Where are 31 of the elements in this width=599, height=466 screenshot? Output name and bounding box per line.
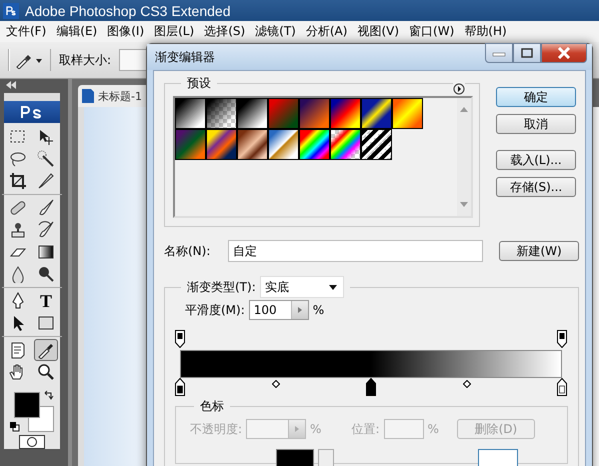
smoothness-label: 平滑度(M): [185,302,245,318]
window-title: Adobe Photoshop CS3 Extended [25,2,230,18]
menu-item[interactable]: 选择(S) [202,23,248,40]
new-button[interactable]: 新建(W) [499,241,579,261]
menu-item[interactable]: 视图(V) [355,23,402,40]
type-tool[interactable]: T [34,290,58,312]
opacity-label: 不透明度: [190,420,242,438]
percent-unit: % [428,422,439,436]
menu-item[interactable]: 帮助(H) [462,23,509,40]
name-field[interactable]: 自定 [228,240,484,262]
percent-unit: % [310,422,322,436]
menu-item[interactable]: 图层(L) [152,23,196,40]
dialog-button[interactable]: 确定 [496,87,576,107]
gradient-type-label: 渐变类型(T): [187,278,256,296]
menu-item[interactable]: 窗口(W) [407,23,456,40]
gradient-type-dropdown[interactable]: 实底 [260,276,344,298]
dialog-button[interactable]: 载入(L)... [496,150,576,170]
menu-item[interactable]: 编辑(E) [54,23,100,40]
position-label: 位置: [351,420,380,438]
dialog-button[interactable]: 存储(S)... [496,177,576,197]
menu-item[interactable]: 分析(A) [304,23,350,40]
menu-item[interactable]: 滤镜(T) [253,23,298,40]
sample-size-label: 取样大小: [59,52,112,68]
menu-item[interactable]: 图像(I) [105,23,146,40]
name-label: 名称(N): [164,242,212,260]
percent-unit: % [312,303,324,317]
stops-section-label: 色标 [200,399,224,413]
dialog-button[interactable]: 取消 [496,114,576,134]
smoothness-field[interactable]: 100 [248,300,309,320]
menu-item[interactable]: 文件(F) [4,23,48,40]
dialog-title: 渐变编辑器 [155,49,215,66]
